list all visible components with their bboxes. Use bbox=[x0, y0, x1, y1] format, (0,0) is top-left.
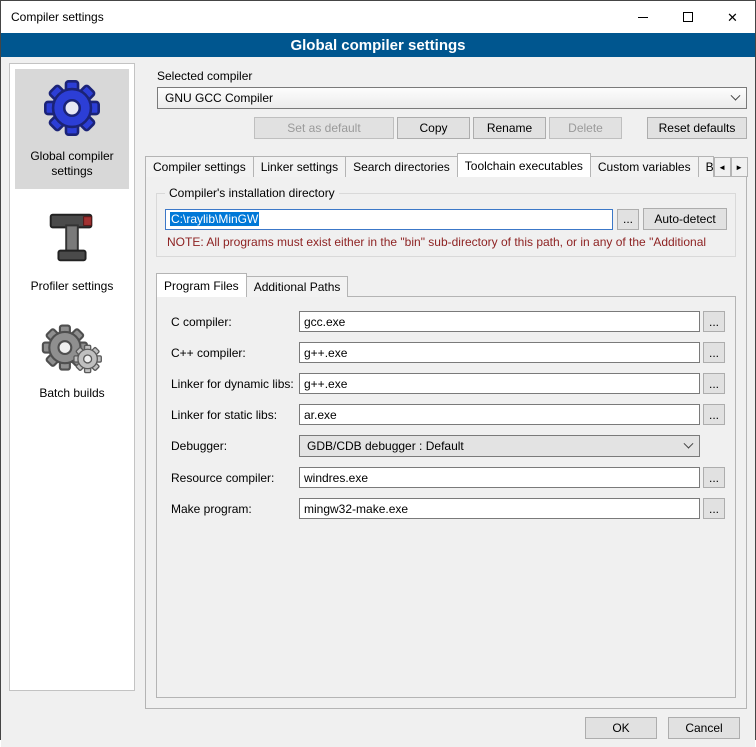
reset-defaults-button[interactable]: Reset defaults bbox=[647, 117, 747, 139]
copy-button[interactable]: Copy bbox=[397, 117, 470, 139]
dialog-footer: OK Cancel bbox=[9, 709, 747, 747]
browse-c-compiler-button[interactable]: ... bbox=[703, 311, 725, 332]
cancel-button[interactable]: Cancel bbox=[668, 717, 740, 739]
caption-buttons: ✕ bbox=[620, 1, 755, 33]
program-files-tab-strip: Program Files Additional Paths bbox=[156, 273, 736, 297]
field-row-cpp-compiler: C++ compiler: ... bbox=[171, 342, 725, 363]
chevron-down-icon bbox=[731, 90, 741, 100]
compiler-buttons: Set as default Copy Rename Delete Reset … bbox=[157, 117, 747, 139]
browse-install-dir-button[interactable]: ... bbox=[617, 209, 639, 230]
sidebar-item-global-compiler-settings[interactable]: Global compiler settings bbox=[15, 69, 129, 189]
field-row-resource-compiler: Resource compiler: ... bbox=[171, 467, 725, 488]
field-label: C++ compiler: bbox=[171, 346, 299, 360]
tab-build-options[interactable]: Buil bbox=[698, 156, 714, 177]
field-row-make-program: Make program: ... bbox=[171, 498, 725, 519]
field-label: Linker for static libs: bbox=[171, 408, 299, 422]
set-as-default-button[interactable]: Set as default bbox=[254, 117, 394, 139]
tab-search-directories[interactable]: Search directories bbox=[345, 156, 458, 177]
field-row-static-linker: Linker for static libs: ... bbox=[171, 404, 725, 425]
install-dir-input[interactable]: C:\raylib\MinGW bbox=[165, 209, 613, 230]
field-label: C compiler: bbox=[171, 315, 299, 329]
tab-linker-settings[interactable]: Linker settings bbox=[253, 156, 346, 177]
c-compiler-input[interactable] bbox=[299, 311, 700, 332]
content-row: Global compiler settings Profiler settin… bbox=[9, 63, 747, 709]
field-label: Make program: bbox=[171, 502, 299, 516]
installation-directory-group: Compiler's installation directory C:\ray… bbox=[156, 193, 736, 257]
maximize-button[interactable] bbox=[665, 1, 710, 33]
dialog-header: Global compiler settings bbox=[1, 33, 755, 57]
note-text: NOTE: All programs must exist either in … bbox=[167, 235, 727, 249]
sidebar-item-label: Batch builds bbox=[39, 386, 104, 401]
tab-custom-variables[interactable]: Custom variables bbox=[590, 156, 699, 177]
installation-directory-group-title: Compiler's installation directory bbox=[165, 186, 339, 200]
debugger-select-value: GDB/CDB debugger : Default bbox=[307, 439, 464, 453]
sidebar-item-batch-builds[interactable]: Batch builds bbox=[15, 314, 129, 411]
ok-button[interactable]: OK bbox=[585, 717, 657, 739]
chevron-down-icon bbox=[684, 438, 694, 448]
browse-static-linker-button[interactable]: ... bbox=[703, 404, 725, 425]
tab-scroll-left-button[interactable]: ◄ bbox=[714, 157, 731, 177]
field-row-c-compiler: C compiler: ... bbox=[171, 311, 725, 332]
settings-tab-strip: Compiler settings Linker settings Search… bbox=[145, 153, 747, 177]
cpp-compiler-input[interactable] bbox=[299, 342, 700, 363]
field-label: Resource compiler: bbox=[171, 471, 299, 485]
arrow-right-icon: ► bbox=[735, 163, 743, 172]
debugger-select[interactable]: GDB/CDB debugger : Default bbox=[299, 435, 700, 457]
sidebar-item-profiler-settings[interactable]: Profiler settings bbox=[15, 199, 129, 304]
minimize-icon bbox=[638, 17, 648, 18]
browse-cpp-compiler-button[interactable]: ... bbox=[703, 342, 725, 363]
dialog-body: Global compiler settings Profiler settin… bbox=[1, 57, 755, 747]
subtab-additional-paths[interactable]: Additional Paths bbox=[246, 276, 349, 297]
arrow-left-icon: ◄ bbox=[718, 163, 726, 172]
settings-sidebar: Global compiler settings Profiler settin… bbox=[9, 63, 135, 691]
title-bar: Compiler settings ✕ bbox=[1, 1, 755, 33]
compiler-settings-window: Compiler settings ✕ Global compiler sett… bbox=[0, 0, 756, 740]
rename-button[interactable]: Rename bbox=[473, 117, 546, 139]
dynamic-linker-input[interactable] bbox=[299, 373, 700, 394]
gear-icon bbox=[41, 77, 103, 139]
tab-toolchain-executables[interactable]: Toolchain executables bbox=[457, 153, 591, 177]
close-button[interactable]: ✕ bbox=[710, 1, 755, 33]
field-row-debugger: Debugger: GDB/CDB debugger : Default bbox=[171, 435, 725, 457]
tab-scroll-right-button[interactable]: ► bbox=[731, 157, 748, 177]
field-row-dynamic-linker: Linker for dynamic libs: ... bbox=[171, 373, 725, 394]
profiler-icon bbox=[41, 207, 103, 269]
program-files-panel: C compiler: ... C++ compiler: ... Linker… bbox=[156, 296, 736, 698]
auto-detect-button[interactable]: Auto-detect bbox=[643, 208, 727, 230]
maximize-icon bbox=[683, 12, 693, 22]
sidebar-item-label: Profiler settings bbox=[31, 279, 114, 294]
toolchain-executables-panel: Compiler's installation directory C:\ray… bbox=[145, 176, 747, 709]
sidebar-item-label: Global compiler settings bbox=[17, 149, 127, 179]
installation-directory-row: C:\raylib\MinGW ... Auto-detect bbox=[165, 208, 727, 230]
resource-compiler-input[interactable] bbox=[299, 467, 700, 488]
window-title: Compiler settings bbox=[11, 10, 104, 24]
selected-compiler-label: Selected compiler bbox=[157, 69, 747, 83]
minimize-button[interactable] bbox=[620, 1, 665, 33]
compiler-select[interactable]: GNU GCC Compiler bbox=[157, 87, 747, 109]
field-label: Linker for dynamic libs: bbox=[171, 377, 299, 391]
close-icon: ✕ bbox=[727, 11, 738, 24]
browse-dynamic-linker-button[interactable]: ... bbox=[703, 373, 725, 394]
make-program-input[interactable] bbox=[299, 498, 700, 519]
static-linker-input[interactable] bbox=[299, 404, 700, 425]
compiler-select-value: GNU GCC Compiler bbox=[165, 91, 273, 105]
field-label: Debugger: bbox=[171, 439, 299, 453]
tab-scroll-buttons: ◄ ► bbox=[714, 157, 748, 177]
batch-builds-icon bbox=[39, 322, 105, 376]
subtab-program-files[interactable]: Program Files bbox=[156, 273, 247, 297]
install-dir-selected-text: C:\raylib\MinGW bbox=[170, 212, 259, 226]
main-panel: Selected compiler GNU GCC Compiler Set a… bbox=[145, 63, 747, 709]
browse-resource-compiler-button[interactable]: ... bbox=[703, 467, 725, 488]
tab-compiler-settings[interactable]: Compiler settings bbox=[145, 156, 254, 177]
delete-button[interactable]: Delete bbox=[549, 117, 622, 139]
browse-make-program-button[interactable]: ... bbox=[703, 498, 725, 519]
